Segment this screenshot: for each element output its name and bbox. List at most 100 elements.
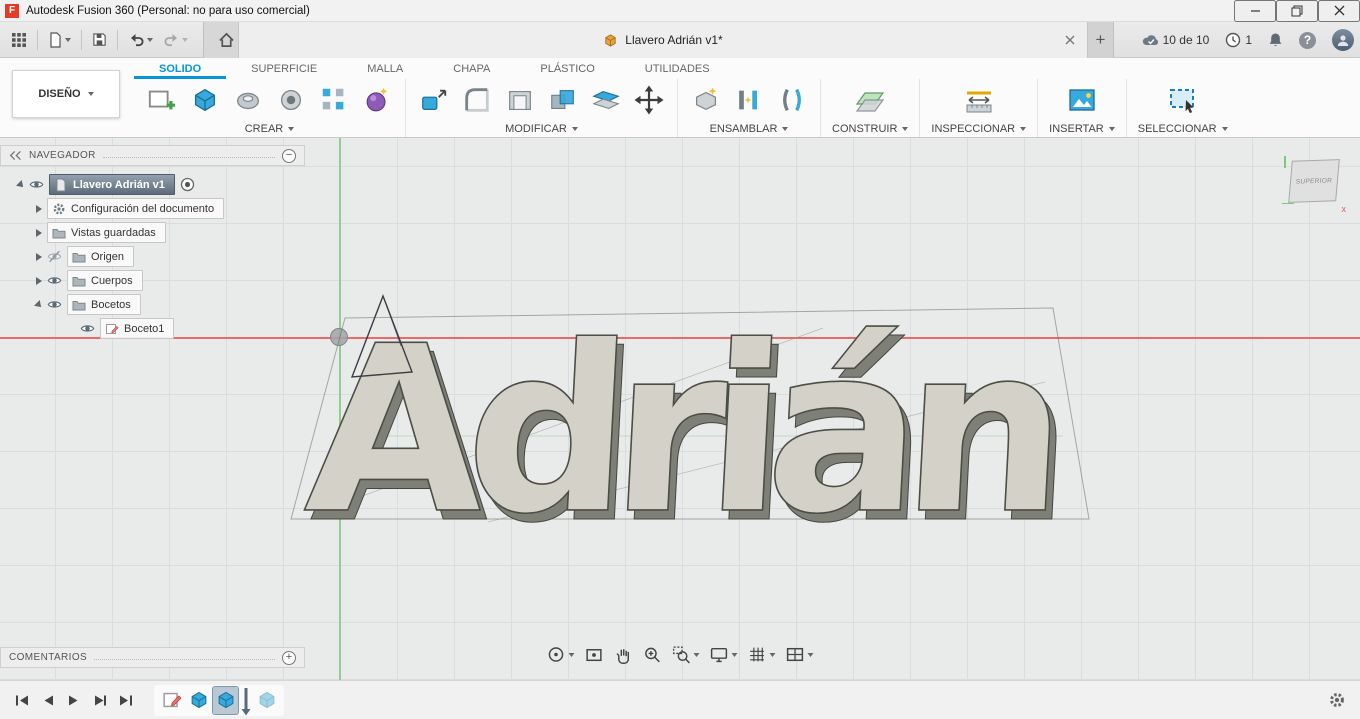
pan-button[interactable] — [612, 643, 635, 666]
alerts-button[interactable] — [1268, 32, 1283, 48]
visibility-eye-icon[interactable] — [47, 297, 62, 312]
tab-chapa[interactable]: CHAPA — [428, 58, 515, 79]
profile-button[interactable] — [1332, 29, 1354, 51]
timeline-skip-end-button[interactable] — [114, 689, 137, 712]
view-cube[interactable]: SUPERIOR x — [1282, 156, 1346, 214]
expand-arrow-icon[interactable] — [36, 253, 42, 261]
combine-button[interactable] — [546, 82, 580, 118]
look-at-button[interactable] — [583, 643, 606, 666]
seleccionar-menu-button[interactable]: SELECCIONAR — [1138, 121, 1228, 136]
expand-arrow-icon[interactable] — [34, 300, 44, 310]
timeline-playhead[interactable] — [240, 691, 252, 714]
timeline-play-button[interactable] — [62, 689, 85, 712]
save-button[interactable] — [87, 25, 112, 55]
pattern-button[interactable] — [317, 82, 351, 118]
construction-plane-button[interactable] — [853, 82, 887, 118]
visibility-eye-icon[interactable] — [29, 177, 44, 192]
timeline-extrude-feature-suppressed[interactable] — [254, 687, 279, 714]
inspeccionar-menu-button[interactable]: INSPECCIONAR — [931, 121, 1026, 136]
viewport-canvas[interactable]: Adrián Adrián NAVEGADOR − Llavero Adrián… — [0, 138, 1360, 680]
revolve-button[interactable] — [231, 82, 265, 118]
minimize-button[interactable] — [1234, 0, 1276, 22]
extrude-button[interactable] — [188, 82, 222, 118]
activate-component-radio[interactable] — [180, 177, 195, 192]
app-grid-menu-button[interactable] — [6, 25, 32, 55]
visibility-eye-icon[interactable] — [47, 273, 62, 288]
timeline-step-forward-button[interactable] — [88, 689, 111, 712]
new-tab-button[interactable]: + — [1088, 22, 1114, 58]
tree-row-root-component[interactable]: Llavero Adrián v1 — [0, 173, 305, 196]
undo-button[interactable] — [123, 25, 158, 55]
viewcube-top-face[interactable]: SUPERIOR — [1288, 159, 1340, 203]
viewports-button[interactable] — [784, 643, 816, 666]
hole-button[interactable] — [274, 82, 308, 118]
visibility-eye-off-icon[interactable] — [47, 249, 62, 264]
comments-header[interactable]: COMENTARIOS + — [0, 647, 305, 668]
create-form-button[interactable] — [360, 82, 394, 118]
modificar-menu-button[interactable]: MODIFICAR — [505, 121, 578, 136]
notifications-button[interactable]: 1 — [1225, 32, 1252, 48]
model-3d-adrian[interactable]: Adrián Adrián — [283, 286, 1098, 538]
shell-button[interactable] — [503, 82, 537, 118]
tree-row-origin[interactable]: Origen — [0, 245, 305, 268]
document-settings-chip[interactable]: Configuración del documento — [47, 198, 224, 219]
zoom-button[interactable] — [641, 643, 664, 666]
tree-row-named-views[interactable]: Vistas guardadas — [0, 221, 305, 244]
new-component-button[interactable] — [689, 82, 723, 118]
expand-arrow-icon[interactable] — [36, 277, 42, 285]
close-button[interactable] — [1318, 0, 1360, 22]
navigator-collapse-button[interactable]: − — [282, 149, 296, 163]
as-built-joint-button[interactable] — [775, 82, 809, 118]
timeline-extrude-feature-selected[interactable] — [213, 687, 238, 714]
ensamblar-menu-button[interactable]: ENSAMBLAR — [710, 121, 789, 136]
fillet-button[interactable] — [460, 82, 494, 118]
tab-solido[interactable]: SOLIDO — [134, 58, 226, 79]
expand-arrow-icon[interactable] — [16, 180, 26, 190]
sketch1-chip[interactable]: Boceto1 — [100, 318, 174, 339]
zoom-window-button[interactable] — [670, 643, 702, 666]
tab-plastico[interactable]: PLÁSTICO — [515, 58, 619, 79]
sketches-chip[interactable]: Bocetos — [67, 294, 141, 315]
tree-row-bodies[interactable]: Cuerpos — [0, 269, 305, 292]
redo-button[interactable] — [158, 25, 193, 55]
move-copy-button[interactable] — [632, 82, 666, 118]
measure-button[interactable] — [962, 82, 996, 118]
expand-arrow-icon[interactable] — [36, 205, 42, 213]
timeline-step-back-button[interactable] — [36, 689, 59, 712]
tab-utilidades[interactable]: UTILIDADES — [620, 58, 735, 79]
timeline-extrude-feature[interactable] — [186, 687, 211, 714]
origin-chip[interactable]: Origen — [67, 246, 134, 267]
grid-snaps-button[interactable] — [746, 643, 778, 666]
document-tab[interactable]: Llavero Adrián v1* — [238, 22, 1088, 58]
navigator-header[interactable]: NAVEGADOR − — [0, 145, 305, 166]
expand-arrow-icon[interactable] — [36, 229, 42, 237]
timeline-sketch-feature[interactable] — [159, 687, 184, 714]
bodies-chip[interactable]: Cuerpos — [67, 270, 143, 291]
orbit-button[interactable] — [545, 643, 577, 666]
create-sketch-button[interactable] — [145, 82, 179, 118]
tree-row-document-settings[interactable]: Configuración del documento — [0, 197, 305, 220]
crear-menu-button[interactable]: CREAR — [245, 121, 295, 136]
document-tab-close-button[interactable] — [1061, 31, 1079, 49]
root-component-chip[interactable]: Llavero Adrián v1 — [49, 174, 175, 195]
job-status-button[interactable]: 10 de 10 — [1142, 33, 1210, 47]
offset-face-button[interactable] — [589, 82, 623, 118]
insertar-menu-button[interactable]: INSERTAR — [1049, 121, 1115, 136]
construir-menu-button[interactable]: CONSTRUIR — [832, 121, 908, 136]
add-comment-button[interactable]: + — [282, 651, 296, 665]
timeline-settings-button[interactable] — [1324, 687, 1350, 713]
file-menu-button[interactable] — [43, 25, 76, 55]
tab-superficie[interactable]: SUPERFICIE — [226, 58, 342, 79]
collapse-panel-chevrons-icon[interactable] — [9, 150, 22, 161]
visibility-eye-icon[interactable] — [80, 321, 95, 336]
select-button[interactable] — [1166, 82, 1200, 118]
display-settings-button[interactable] — [708, 643, 740, 666]
named-views-chip[interactable]: Vistas guardadas — [47, 222, 166, 243]
help-button[interactable]: ? — [1299, 32, 1316, 49]
tree-row-sketch1[interactable]: Boceto1 — [0, 317, 305, 340]
restore-button[interactable] — [1276, 0, 1318, 22]
insert-canvas-button[interactable] — [1065, 82, 1099, 118]
workspace-selector[interactable]: DISEÑO — [12, 70, 120, 118]
tab-malla[interactable]: MALLA — [342, 58, 428, 79]
tree-row-sketches[interactable]: Bocetos — [0, 293, 305, 316]
